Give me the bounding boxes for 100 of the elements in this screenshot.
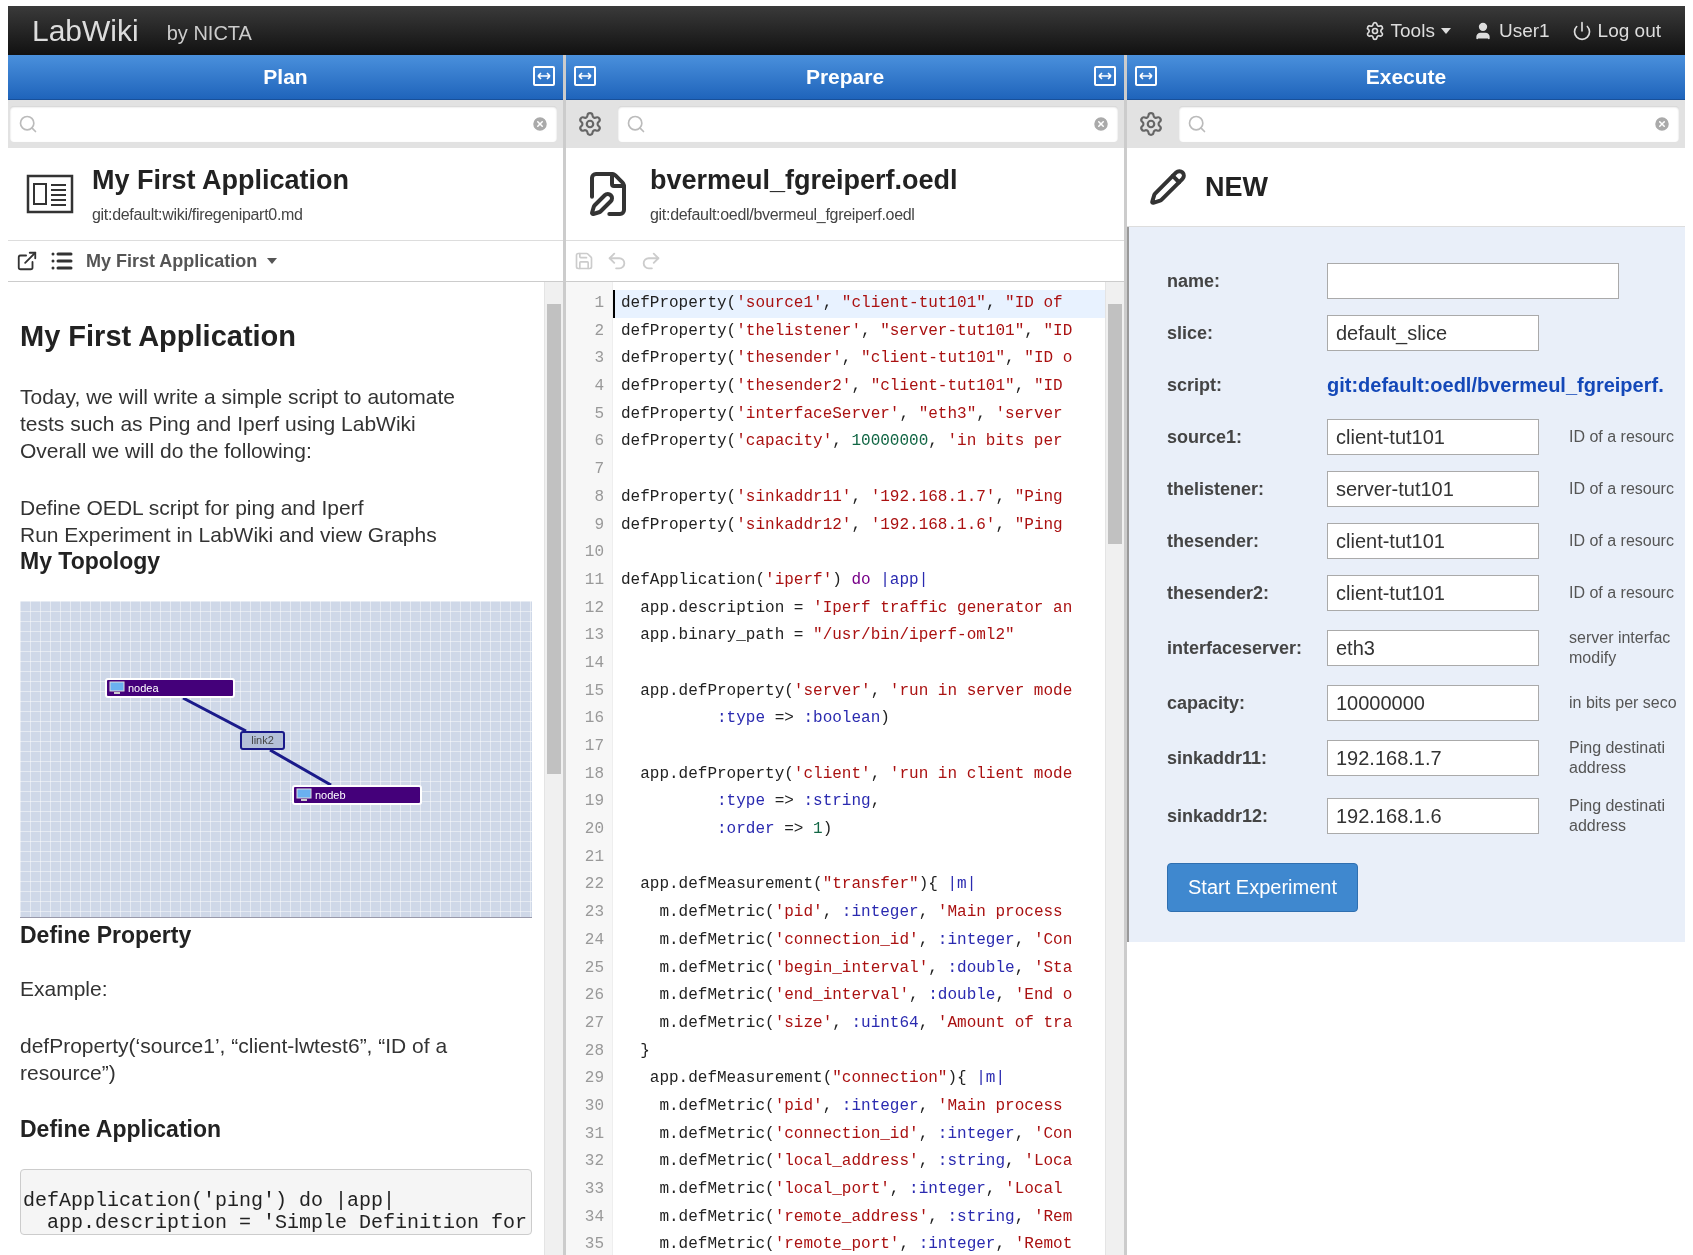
search-field[interactable] [10,106,557,142]
search-icon [626,114,646,134]
link-line [269,749,332,786]
section-dropdown[interactable]: My First Application [86,250,278,272]
code-line: m.defMetric('local_address', :string, 'Loca [658,1151,1074,1173]
line-number: 9 [593,514,605,536]
undo-icon[interactable] [606,250,628,272]
text-line: Define OEDL script for ping and Iperf [20,495,365,521]
text-input[interactable]: client-tut101 [1327,575,1539,611]
field-hint: server interfac modify [1569,628,1672,668]
field-label: source1: [1167,426,1244,448]
line-number: 26 [583,985,605,1007]
text-input[interactable]: 192.168.1.7 [1327,740,1539,776]
code-line: m.defMetric('connection_id', :integer, 'Con [658,1123,1074,1145]
field-label: sinkaddr12: [1167,805,1270,827]
field-hint: Ping destinati address [1569,738,1667,778]
expand-button[interactable] [1135,66,1157,86]
code-line: :type => :boolean) [716,708,891,730]
code-line: app.defProperty('server', 'run in server mode [639,680,1074,702]
arrows-icon [537,71,551,81]
line-number: 14 [583,652,605,674]
code-line: m.defMetric('remote_address', :string, 'Rem [658,1206,1074,1228]
line-number: 23 [583,902,605,924]
code-line: defProperty('thelistener', "server-tut101", "ID [620,320,1074,342]
text-input[interactable]: default_slice [1327,315,1539,351]
code-line: app.defProperty('client', 'run in client mode [639,763,1074,785]
text-input[interactable]: 192.168.1.6 [1327,798,1539,834]
line-number: 34 [583,1206,605,1228]
document-path: git:default:oedl/bvermeul_fgreiperf.oedl [650,205,916,224]
redo-icon[interactable] [640,250,662,272]
line-number: 5 [593,403,605,425]
code-editor[interactable] [566,282,1105,1255]
column-title: Execute [1365,65,1447,89]
node: nodea [105,678,235,698]
field-label: thesender2: [1167,582,1271,604]
start-experiment-button[interactable]: Start Experiment [1167,863,1358,912]
clear-icon[interactable] [1092,115,1110,133]
line-number: 27 [583,1012,605,1034]
field-hint: ID of a resourc [1569,479,1675,499]
app-subtitle: by NICTA [166,22,252,45]
clear-icon[interactable] [531,115,549,133]
share-icon[interactable] [16,250,38,272]
text-input[interactable]: 10000000 [1327,685,1539,721]
code-line: defProperty('capacity', 10000000, 'in bits per [620,431,1064,453]
paragraph: defProperty(‘source1’, “client-lwtest6”, “ID of a resource”) [20,1033,449,1086]
field-hint: ID of a resourc [1569,427,1675,447]
computer-icon [296,788,312,802]
code-block: defApplication('ping') do |app| app.description = 'Simple Definition for [20,1169,532,1235]
code-line: m.defMetric('connection_id', :integer, 'Con [658,929,1074,951]
script-link[interactable]: git:default:oedl/bvermeul_fgreiperf. [1327,373,1685,397]
expand-button[interactable] [1094,66,1116,86]
search-field[interactable] [1179,106,1679,142]
menu-link[interactable]: User1 [1472,19,1550,42]
field-label: script: [1167,374,1223,396]
paragraph: Example: [20,976,109,1002]
line-number: 11 [583,569,605,591]
code-line: app.defMeasurement("transfer"){ |m| [639,874,978,896]
line-number: 10 [583,542,605,564]
link-line [182,697,247,732]
save-icon[interactable] [574,251,594,271]
field-label: sinkaddr11: [1167,747,1269,769]
line-number: 16 [583,708,605,730]
column-title: Prepare [805,65,885,89]
code-line: m.defMetric('remote_port', :integer, 'Remot [658,1234,1074,1255]
line-number: 31 [583,1123,605,1145]
search-icon [1187,114,1207,134]
gear-icon [1364,20,1385,41]
code-line: } [639,1040,651,1062]
code-line: m.defMetric('local_port', :integer, 'Local [658,1179,1064,1200]
scrollbar[interactable] [1105,282,1124,1255]
expand-button[interactable] [574,66,596,86]
expand-button[interactable] [533,66,555,86]
search-field[interactable] [618,106,1118,142]
clear-icon[interactable] [1653,115,1671,133]
text-input[interactable]: server-tut101 [1327,471,1539,507]
arrows-icon [1139,71,1153,81]
field-label: name: [1167,270,1221,292]
text-input[interactable]: client-tut101 [1327,419,1539,455]
arrows-icon [1098,71,1112,81]
pencil-icon [1149,168,1187,206]
document-title: bvermeul_fgreiperf.oedl [650,164,958,196]
arrows-icon [578,71,592,81]
gear-icon [577,111,603,137]
menu-link[interactable]: Tools [1364,19,1451,42]
link-label: link2 [240,731,285,750]
scrollbar[interactable] [544,282,563,1255]
code-line: :type => :string, [716,791,882,813]
text-input[interactable]: client-tut101 [1327,523,1539,559]
text-input[interactable] [1327,263,1619,299]
document-title: NEW [1205,171,1268,203]
code-line: m.defMetric('begin_interval', :double, 'Sta [658,957,1074,979]
line-number: 18 [583,763,605,785]
power-icon [1571,20,1592,41]
field-hint: in bits per seco [1569,693,1678,713]
text-input[interactable]: eth3 [1327,630,1539,666]
line-number: 13 [583,625,605,647]
paragraph: Today, we will write a simple script to automate tests such as Ping and Iperf using LabWiki Overall we will do the following: [20,384,456,464]
field-label: slice: [1167,322,1215,344]
menu-link[interactable]: Log out [1571,19,1661,42]
code-line: defProperty('sinkaddr11', '192.168.1.7', "Ping [620,486,1064,508]
